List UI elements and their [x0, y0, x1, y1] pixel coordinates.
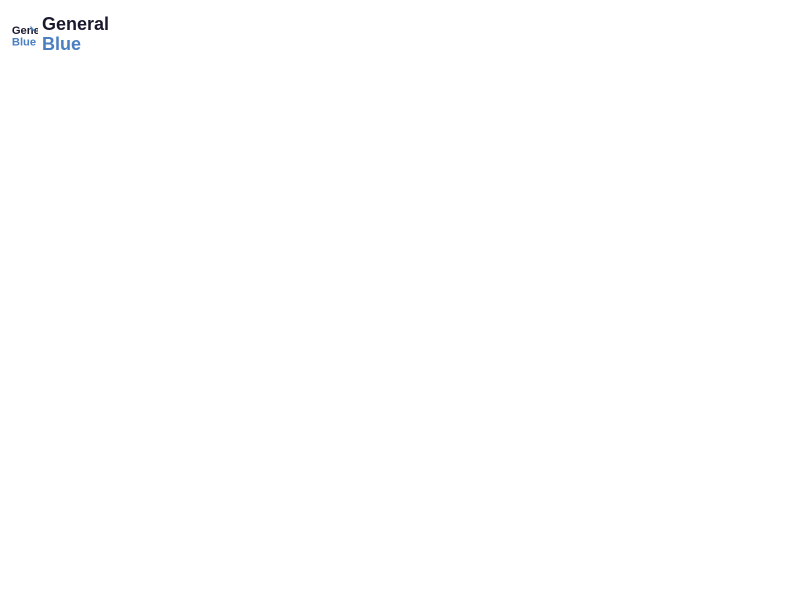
header: General Blue General Blue [10, 10, 782, 60]
logo-text-line1: General [42, 15, 109, 35]
logo: General Blue General Blue [10, 15, 109, 55]
logo-icon: General Blue [10, 21, 38, 49]
logo-text-line2: Blue [42, 35, 109, 55]
logo-blue: Blue [42, 34, 81, 54]
svg-text:Blue: Blue [12, 36, 36, 48]
